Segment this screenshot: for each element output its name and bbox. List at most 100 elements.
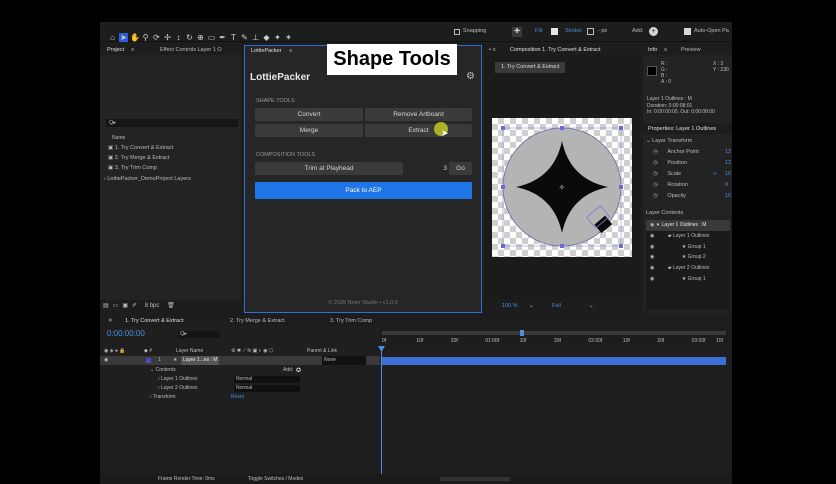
extract-button[interactable]: Extract <box>365 124 472 137</box>
tree-item[interactable]: ◉ ▰ Layer 2 Outlines <box>646 263 730 274</box>
snap-options-icon[interactable]: ✚ <box>512 27 522 37</box>
blend-mode-dropdown[interactable]: Normal <box>234 385 300 392</box>
toggle-switches-modes[interactable]: Toggle Switches / Modes <box>248 474 303 484</box>
timeline-search[interactable]: Q▸ <box>178 331 220 338</box>
zoom-dropdown[interactable]: 100 % <box>502 300 518 313</box>
pan-behind-tool-icon[interactable]: ⊕ <box>196 33 205 42</box>
blend-mode-dropdown[interactable]: Normal <box>234 376 300 383</box>
layer-name[interactable]: Layer 1...es : M <box>181 356 220 365</box>
convert-button[interactable]: Convert <box>255 108 363 121</box>
eye-icon[interactable]: ◉ <box>650 265 656 271</box>
dolly-tool-icon[interactable]: ↕ <box>174 33 183 42</box>
selection-tool-icon[interactable]: ➤ <box>119 33 128 42</box>
parent-dropdown[interactable]: None <box>322 356 366 365</box>
col-parent[interactable]: Parent & Link <box>307 346 337 356</box>
reset-link[interactable]: Reset <box>231 394 244 400</box>
time-ruler[interactable]: 0f 10f 20f 01:00f 10f 20f 02:00f 10f 20f 03:00f 10… <box>380 328 728 350</box>
layer-duration-bar[interactable] <box>382 357 726 365</box>
fill-swatch[interactable] <box>551 28 558 35</box>
lock-icon[interactable]: ▪ ≡ <box>489 45 496 55</box>
remove-artboard-button[interactable]: Remove Artboard <box>365 108 472 121</box>
layer-row-selected[interactable]: ◉ 1 ★ Layer 1...es : M None <box>100 356 380 365</box>
effect-controls-tab[interactable]: Effect Controls Layer 1 O <box>160 45 222 55</box>
property-value[interactable]: 12 <box>725 160 731 166</box>
project-col-name[interactable]: Name <box>112 135 125 141</box>
bpc-button[interactable]: 8 bpc <box>145 303 160 309</box>
work-area-bar[interactable] <box>382 331 726 335</box>
list-item[interactable]: ▣ 3. Try Trim Comp <box>108 165 157 171</box>
property-value[interactable]: 0 <box>725 182 728 188</box>
project-tab[interactable]: Project <box>107 45 124 55</box>
list-item[interactable]: › LottiePacker_DemoProject Layers <box>104 176 191 182</box>
zoom-tool-icon[interactable]: ⚲ <box>141 33 150 42</box>
type-tool-icon[interactable]: T <box>229 33 238 42</box>
link-icon[interactable]: ∞ <box>713 171 717 177</box>
eye-icon[interactable]: ◉ <box>650 276 656 282</box>
pen-tool-icon[interactable]: ✒ <box>218 33 227 42</box>
auto-open-checkbox[interactable] <box>684 28 691 35</box>
clone-tool-icon[interactable]: ⊥ <box>251 33 260 42</box>
zoom-slider[interactable] <box>440 477 510 481</box>
list-item[interactable]: ▣ 1. Try Convert & Extract <box>108 145 173 151</box>
settings-gear-icon[interactable]: ⚙ <box>466 71 475 82</box>
stopwatch-icon[interactable]: ◷ <box>653 193 659 199</box>
timeline-tab-2[interactable]: 2. Try Merge & Extract <box>230 316 285 326</box>
quality-dropdown[interactable]: Full <box>552 300 561 313</box>
stroke-swatch[interactable] <box>587 28 594 35</box>
stopwatch-icon[interactable]: ◷ <box>653 149 659 155</box>
sub-layer-row[interactable]: › Layer 2 Outlines <box>158 385 197 391</box>
playhead[interactable] <box>381 350 382 476</box>
stopwatch-icon[interactable]: ◷ <box>653 171 659 177</box>
col-layer-name[interactable]: Layer Name <box>176 346 203 356</box>
go-button[interactable]: Go <box>449 162 472 175</box>
contents-row[interactable]: ⌄ Contents <box>150 367 176 373</box>
interpret-footage-icon[interactable]: ▤ <box>103 303 109 309</box>
property-row[interactable]: ◷ Anchor Point 12 <box>653 149 731 155</box>
stopwatch-icon[interactable]: ◷ <box>653 160 659 166</box>
stopwatch-icon[interactable]: ◷ <box>653 182 659 188</box>
eye-icon[interactable]: ◉ <box>650 244 656 250</box>
list-item[interactable]: ▣ 2. Try Merge & Extract <box>108 155 169 161</box>
new-folder-icon[interactable]: ▭ <box>113 303 119 309</box>
panel-menu-icon[interactable]: ≡ <box>664 45 667 55</box>
tree-item[interactable]: ◉ ★ Group 1 <box>646 274 730 285</box>
eye-icon[interactable]: ◉ <box>104 356 108 365</box>
composition-tab[interactable]: Composition 1. Try Convert & Extract <box>510 45 600 55</box>
roto-tool-icon[interactable]: ✦ <box>273 33 282 42</box>
panel-menu-icon[interactable]: ≡ <box>131 45 134 55</box>
property-row[interactable]: ◷ Opacity 10 <box>653 193 731 199</box>
rectangle-tool-icon[interactable]: ▭ <box>207 33 216 42</box>
tree-item[interactable]: ◉ ★ Group 1 <box>646 242 730 253</box>
trim-value-input[interactable]: 3 <box>407 162 447 175</box>
puppet-tool-icon[interactable]: ✶ <box>284 33 293 42</box>
lottiepacker-tab[interactable]: LottiePacker <box>251 46 282 56</box>
properties-tab[interactable]: Properties: Layer 1 Outlines <box>648 124 716 134</box>
stroke-width[interactable]: - px <box>598 28 607 34</box>
sub-layer-row[interactable]: › Layer 1 Outlines <box>158 376 197 382</box>
add-icon[interactable]: + <box>649 27 658 36</box>
new-comp-icon[interactable]: ▣ <box>122 303 128 309</box>
comp-breadcrumb[interactable]: 1. Try Convert & Extract <box>495 62 566 73</box>
current-time[interactable]: 0:00:00:00 <box>107 329 145 338</box>
orbit-tool-icon[interactable]: ⟳ <box>152 33 161 42</box>
hand-tool-icon[interactable]: ✋ <box>130 33 140 42</box>
rotate-tool-icon[interactable]: ↻ <box>185 33 194 42</box>
property-row[interactable]: ◷ Rotation 0 <box>653 182 728 188</box>
move-tool-icon[interactable]: ✢ <box>163 33 172 42</box>
label-color-swatch[interactable] <box>146 358 151 363</box>
eye-icon[interactable]: ◉ <box>650 233 656 239</box>
pack-to-aep-button[interactable]: Pack to AEP <box>255 182 472 199</box>
contents-add-icon[interactable]: ✪ <box>296 367 301 374</box>
tree-item[interactable]: ◉ ★ Layer 1 Outlines : M <box>646 220 730 231</box>
snapping-checkbox[interactable] <box>454 29 460 35</box>
timeline-tab-3[interactable]: 3. Try Trim Comp <box>330 316 372 326</box>
home-icon[interactable]: ⌂ <box>108 33 117 42</box>
tree-item[interactable]: ◉ ▰ Layer 1 Outlines <box>646 231 730 242</box>
project-search[interactable]: Q▸ <box>106 119 238 127</box>
work-area-end-handle[interactable] <box>520 330 524 336</box>
close-icon[interactable]: ✕ <box>108 316 113 326</box>
trash-icon[interactable]: 🗑 <box>167 303 175 309</box>
merge-button[interactable]: Merge <box>255 124 363 137</box>
panel-menu-icon[interactable]: ≡ <box>289 46 292 56</box>
property-row[interactable]: ◷ Position 12 <box>653 160 731 166</box>
